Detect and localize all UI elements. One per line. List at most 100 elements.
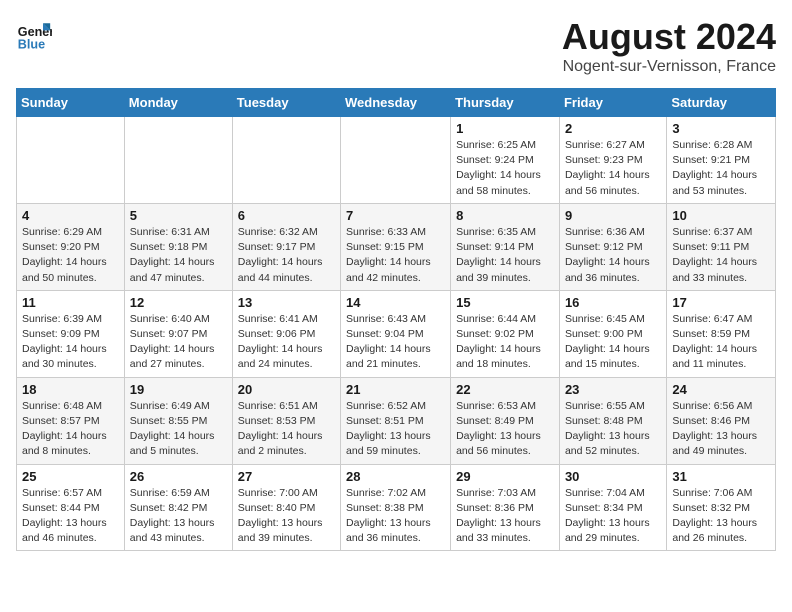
- calendar-cell: 2 Sunrise: 6:27 AM Sunset: 9:23 PM Daylig…: [559, 117, 666, 204]
- calendar-cell: 25 Sunrise: 6:57 AM Sunset: 8:44 PM Dayli…: [17, 464, 125, 551]
- week-row-4: 18 Sunrise: 6:48 AM Sunset: 8:57 PM Dayli…: [17, 377, 776, 464]
- calendar-table: SundayMondayTuesdayWednesdayThursdayFrid…: [16, 88, 776, 551]
- day-number: 11: [22, 295, 119, 310]
- day-info: Sunrise: 6:49 AM Sunset: 8:55 PM Dayligh…: [130, 399, 227, 460]
- day-number: 7: [346, 208, 445, 223]
- calendar-cell: [232, 117, 340, 204]
- calendar-cell: 6 Sunrise: 6:32 AM Sunset: 9:17 PM Daylig…: [232, 203, 340, 290]
- page-header: General Blue August 2024 Nogent-sur-Vern…: [16, 16, 776, 76]
- day-number: 26: [130, 469, 227, 484]
- day-number: 9: [565, 208, 661, 223]
- day-number: 23: [565, 382, 661, 397]
- day-info: Sunrise: 6:55 AM Sunset: 8:48 PM Dayligh…: [565, 399, 661, 460]
- day-number: 3: [672, 121, 770, 136]
- day-number: 19: [130, 382, 227, 397]
- weekday-header-thursday: Thursday: [451, 89, 560, 117]
- calendar-cell: 24 Sunrise: 6:56 AM Sunset: 8:46 PM Dayli…: [667, 377, 776, 464]
- day-number: 28: [346, 469, 445, 484]
- day-info: Sunrise: 6:36 AM Sunset: 9:12 PM Dayligh…: [565, 225, 661, 286]
- calendar-cell: 23 Sunrise: 6:55 AM Sunset: 8:48 PM Dayli…: [559, 377, 666, 464]
- day-info: Sunrise: 6:39 AM Sunset: 9:09 PM Dayligh…: [22, 312, 119, 373]
- logo: General Blue: [16, 16, 52, 52]
- day-info: Sunrise: 6:44 AM Sunset: 9:02 PM Dayligh…: [456, 312, 554, 373]
- day-info: Sunrise: 6:57 AM Sunset: 8:44 PM Dayligh…: [22, 486, 119, 547]
- day-info: Sunrise: 6:25 AM Sunset: 9:24 PM Dayligh…: [456, 138, 554, 199]
- weekday-header-wednesday: Wednesday: [341, 89, 451, 117]
- day-number: 21: [346, 382, 445, 397]
- calendar-cell: 13 Sunrise: 6:41 AM Sunset: 9:06 PM Dayli…: [232, 290, 340, 377]
- day-number: 30: [565, 469, 661, 484]
- calendar-cell: 31 Sunrise: 7:06 AM Sunset: 8:32 PM Dayli…: [667, 464, 776, 551]
- day-info: Sunrise: 6:56 AM Sunset: 8:46 PM Dayligh…: [672, 399, 770, 460]
- day-number: 22: [456, 382, 554, 397]
- day-info: Sunrise: 6:41 AM Sunset: 9:06 PM Dayligh…: [238, 312, 335, 373]
- day-info: Sunrise: 7:02 AM Sunset: 8:38 PM Dayligh…: [346, 486, 445, 547]
- calendar-cell: 22 Sunrise: 6:53 AM Sunset: 8:49 PM Dayli…: [451, 377, 560, 464]
- location: Nogent-sur-Vernisson, France: [562, 58, 776, 76]
- day-number: 8: [456, 208, 554, 223]
- weekday-header-monday: Monday: [124, 89, 232, 117]
- calendar-cell: 28 Sunrise: 7:02 AM Sunset: 8:38 PM Dayli…: [341, 464, 451, 551]
- calendar-cell: 29 Sunrise: 7:03 AM Sunset: 8:36 PM Dayli…: [451, 464, 560, 551]
- title-block: August 2024 Nogent-sur-Vernisson, France: [562, 16, 776, 76]
- day-number: 17: [672, 295, 770, 310]
- day-info: Sunrise: 6:32 AM Sunset: 9:17 PM Dayligh…: [238, 225, 335, 286]
- day-info: Sunrise: 6:47 AM Sunset: 8:59 PM Dayligh…: [672, 312, 770, 373]
- day-info: Sunrise: 6:40 AM Sunset: 9:07 PM Dayligh…: [130, 312, 227, 373]
- day-info: Sunrise: 6:48 AM Sunset: 8:57 PM Dayligh…: [22, 399, 119, 460]
- weekday-header-tuesday: Tuesday: [232, 89, 340, 117]
- day-number: 25: [22, 469, 119, 484]
- calendar-cell: 15 Sunrise: 6:44 AM Sunset: 9:02 PM Dayli…: [451, 290, 560, 377]
- day-info: Sunrise: 6:29 AM Sunset: 9:20 PM Dayligh…: [22, 225, 119, 286]
- calendar-cell: [341, 117, 451, 204]
- weekday-header-friday: Friday: [559, 89, 666, 117]
- calendar-cell: 30 Sunrise: 7:04 AM Sunset: 8:34 PM Dayli…: [559, 464, 666, 551]
- week-row-3: 11 Sunrise: 6:39 AM Sunset: 9:09 PM Dayli…: [17, 290, 776, 377]
- day-info: Sunrise: 6:33 AM Sunset: 9:15 PM Dayligh…: [346, 225, 445, 286]
- day-number: 1: [456, 121, 554, 136]
- day-number: 18: [22, 382, 119, 397]
- calendar-cell: 4 Sunrise: 6:29 AM Sunset: 9:20 PM Daylig…: [17, 203, 125, 290]
- calendar-cell: 20Sunrise: 6:51 AM Sunset: 8:53 PM Dayli…: [232, 377, 340, 464]
- day-info: Sunrise: 6:45 AM Sunset: 9:00 PM Dayligh…: [565, 312, 661, 373]
- calendar-cell: [124, 117, 232, 204]
- day-info: Sunrise: 6:31 AM Sunset: 9:18 PM Dayligh…: [130, 225, 227, 286]
- day-number: 6: [238, 208, 335, 223]
- calendar-cell: 7 Sunrise: 6:33 AM Sunset: 9:15 PM Daylig…: [341, 203, 451, 290]
- day-number: 31: [672, 469, 770, 484]
- day-number: 29: [456, 469, 554, 484]
- calendar-cell: 21Sunrise: 6:52 AM Sunset: 8:51 PM Dayli…: [341, 377, 451, 464]
- calendar-cell: 3 Sunrise: 6:28 AM Sunset: 9:21 PM Daylig…: [667, 117, 776, 204]
- calendar-cell: 11 Sunrise: 6:39 AM Sunset: 9:09 PM Dayli…: [17, 290, 125, 377]
- day-number: 20: [238, 382, 335, 397]
- day-number: 2: [565, 121, 661, 136]
- day-info: Sunrise: 6:59 AM Sunset: 8:42 PM Dayligh…: [130, 486, 227, 547]
- calendar-cell: 14Sunrise: 6:43 AM Sunset: 9:04 PM Dayli…: [341, 290, 451, 377]
- day-info: Sunrise: 7:06 AM Sunset: 8:32 PM Dayligh…: [672, 486, 770, 547]
- day-number: 10: [672, 208, 770, 223]
- week-row-5: 25 Sunrise: 6:57 AM Sunset: 8:44 PM Dayli…: [17, 464, 776, 551]
- day-number: 13: [238, 295, 335, 310]
- weekday-header-row: SundayMondayTuesdayWednesdayThursdayFrid…: [17, 89, 776, 117]
- week-row-1: 1 Sunrise: 6:25 AM Sunset: 9:24 PM Daylig…: [17, 117, 776, 204]
- day-info: Sunrise: 7:00 AM Sunset: 8:40 PM Dayligh…: [238, 486, 335, 547]
- day-number: 27: [238, 469, 335, 484]
- day-number: 24: [672, 382, 770, 397]
- day-info: Sunrise: 6:53 AM Sunset: 8:49 PM Dayligh…: [456, 399, 554, 460]
- day-info: Sunrise: 6:28 AM Sunset: 9:21 PM Dayligh…: [672, 138, 770, 199]
- day-info: Sunrise: 7:04 AM Sunset: 8:34 PM Dayligh…: [565, 486, 661, 547]
- day-number: 16: [565, 295, 661, 310]
- day-number: 4: [22, 208, 119, 223]
- weekday-header-saturday: Saturday: [667, 89, 776, 117]
- day-info: Sunrise: 6:35 AM Sunset: 9:14 PM Dayligh…: [456, 225, 554, 286]
- day-info: Sunrise: 6:43 AM Sunset: 9:04 PM Dayligh…: [346, 312, 445, 373]
- day-info: Sunrise: 7:03 AM Sunset: 8:36 PM Dayligh…: [456, 486, 554, 547]
- day-info: Sunrise: 6:27 AM Sunset: 9:23 PM Dayligh…: [565, 138, 661, 199]
- day-number: 15: [456, 295, 554, 310]
- calendar-cell: 10Sunrise: 6:37 AM Sunset: 9:11 PM Dayli…: [667, 203, 776, 290]
- calendar-cell: 26 Sunrise: 6:59 AM Sunset: 8:42 PM Dayli…: [124, 464, 232, 551]
- calendar-cell: 1 Sunrise: 6:25 AM Sunset: 9:24 PM Daylig…: [451, 117, 560, 204]
- calendar-cell: [17, 117, 125, 204]
- calendar-cell: 16 Sunrise: 6:45 AM Sunset: 9:00 PM Dayli…: [559, 290, 666, 377]
- calendar-cell: 9 Sunrise: 6:36 AM Sunset: 9:12 PM Daylig…: [559, 203, 666, 290]
